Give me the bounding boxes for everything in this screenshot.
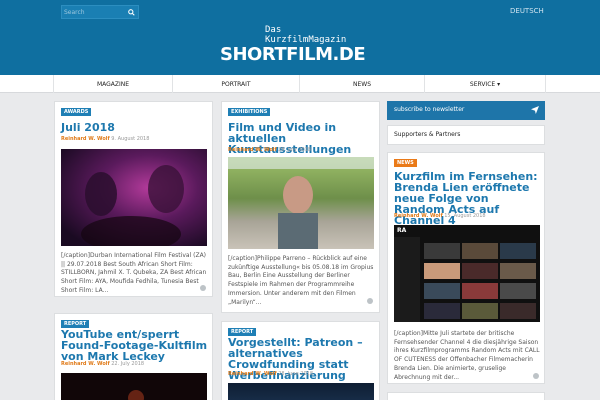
article-author[interactable]: Reinhard W. Wolf (61, 136, 110, 142)
article-image-art (81, 165, 184, 246)
category-badge[interactable]: NEWS (394, 159, 417, 167)
article-image[interactable] (228, 157, 374, 249)
article-date: 22. July 2018 (111, 361, 145, 367)
search-icon (128, 8, 135, 16)
random-acts-label: RA (397, 227, 407, 234)
nav-news[interactable]: NEWS (300, 75, 425, 93)
article-excerpt: [/caption]Mitte Juli startete der britis… (394, 330, 540, 381)
article-card: AWARDS Juli 2018 Reinhard W. Wolf 9. Aug… (54, 101, 213, 297)
category-badge[interactable]: REPORT (228, 328, 257, 336)
supporters-label: Supporters & Partners (394, 131, 461, 138)
article-image[interactable] (61, 373, 207, 400)
article-date: 28. July 2018 (278, 147, 312, 153)
article-card (387, 392, 545, 400)
category-badge[interactable]: REPORT (61, 320, 90, 328)
article-meta: Reinhard W. Wolf 15. August 2018 (394, 213, 486, 219)
article-date: 9. August 2018 (111, 136, 150, 142)
article-meta: Reinhard W. Wolf 28. June 2018 (228, 371, 313, 377)
category-badge[interactable]: EXHIBITIONS (228, 108, 271, 116)
article-author[interactable]: Reinhard W. Wolf (228, 147, 277, 153)
article-image[interactable] (228, 383, 374, 400)
article-title[interactable]: YouTube ent/sperrt Found-Footage-Kultfil… (61, 329, 211, 362)
article-author[interactable]: Reinhard W. Wolf (228, 371, 277, 377)
article-excerpt: [/caption]Durban International Film Fest… (61, 252, 207, 294)
article-card: NEWS Kurzfilm im Fernsehen: Brenda Lien … (387, 152, 545, 384)
nav-magazine[interactable]: MAGAZINE (53, 75, 173, 93)
article-image-art (228, 157, 374, 249)
article-excerpt: [/caption]Philippe Parreno – Rückblick a… (228, 255, 374, 306)
article-date: 28. June 2018 (278, 371, 313, 377)
read-more-icon[interactable] (200, 285, 206, 291)
category-badge[interactable]: AWARDS (61, 108, 92, 116)
site-logo[interactable]: SHORTFILM.DE (220, 44, 366, 65)
article-date: 15. August 2018 (444, 213, 486, 219)
nav-service[interactable]: SERVICE ▾ (425, 75, 546, 93)
read-more-icon[interactable] (533, 373, 539, 379)
logo-tagline[interactable]: Das KurzfilmMagazin (265, 25, 346, 45)
article-meta: Reinhard W. Wolf 28. July 2018 (228, 147, 311, 153)
search-input[interactable] (64, 6, 126, 18)
article-card: REPORT YouTube ent/sperrt Found-Footage-… (54, 313, 213, 400)
nav-portrait[interactable]: PORTRAIT (173, 75, 300, 93)
article-author[interactable]: Reinhard W. Wolf (394, 213, 443, 219)
article-image[interactable]: RA (394, 225, 540, 322)
article-image[interactable] (61, 149, 207, 246)
newsletter-label: subscribe to newsletter (394, 106, 465, 113)
paper-plane-icon (531, 106, 539, 114)
article-meta: Reinhard W. Wolf 22. July 2018 (61, 361, 144, 367)
article-image-art (128, 390, 144, 400)
search-box (61, 5, 139, 19)
language-switch[interactable]: DEUTSCH (510, 7, 544, 15)
search-button[interactable] (125, 6, 138, 18)
article-image-art (394, 225, 540, 322)
newsletter-button[interactable]: subscribe to newsletter (387, 101, 545, 120)
article-card: REPORT Vorgestellt: Patreon – alternativ… (221, 321, 380, 400)
article-author[interactable]: Reinhard W. Wolf (61, 361, 110, 367)
main-nav: MAGAZINE PORTRAIT NEWS SERVICE ▾ (0, 75, 600, 93)
logo-tagline-line1: Das (265, 25, 282, 35)
supporters-widget[interactable]: Supporters & Partners (387, 125, 545, 145)
article-card: EXHIBITIONS Film und Video in aktuellen … (221, 101, 380, 313)
site-header: DEUTSCH Das KurzfilmMagazin SHORTFILM.DE (0, 0, 600, 75)
article-meta: Reinhard W. Wolf 9. August 2018 (61, 136, 149, 142)
article-title[interactable]: Juli 2018 (61, 122, 209, 133)
read-more-icon[interactable] (367, 298, 373, 304)
